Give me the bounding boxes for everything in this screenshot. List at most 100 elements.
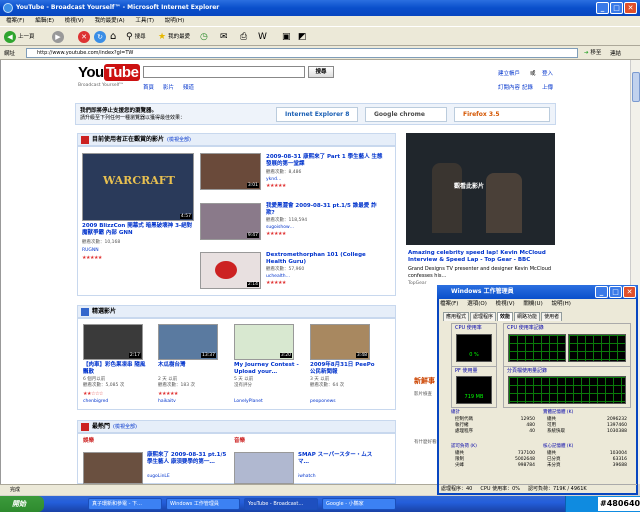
youtube-logo[interactable]: You Tube (78, 64, 141, 81)
featured-thumbnail[interactable]: 13:37 (158, 324, 218, 360)
popular-user[interactable]: sugoLinLE (147, 474, 170, 480)
tm-menu-shutdown[interactable]: 關機(U) (523, 301, 542, 307)
history-button[interactable]: ◷ (200, 30, 208, 44)
taskbar-item[interactable]: 真子環新和參電 - 下… (88, 498, 162, 510)
popular-title[interactable]: SMAP スーパースター・ムスマ… (298, 452, 382, 466)
featured-title[interactable]: 2009年8月31日 PeePo 公民新聞報 (310, 362, 376, 376)
tab-applications[interactable]: 應用程式 (443, 312, 470, 321)
featured-user[interactable]: peoponews (310, 399, 336, 405)
nav-home[interactable]: 首頁 (143, 83, 154, 91)
popular-category[interactable]: 音樂 (234, 438, 245, 445)
taskbar-item[interactable]: Google - 小鸚家 (322, 498, 396, 510)
history-link[interactable]: 記錄 (522, 83, 533, 91)
ie-status-bar: 完成 (0, 484, 437, 495)
minimize-button[interactable]: _ (596, 2, 609, 14)
firefox-download-link[interactable]: Firefox 3.5 (454, 107, 550, 122)
tab-networking[interactable]: 網路功能 (514, 312, 541, 321)
links-label[interactable]: 連結 (610, 49, 621, 57)
menu-view[interactable]: 檢視(V) (65, 18, 84, 24)
go-button[interactable]: ➔ 移至 (584, 48, 601, 58)
search-input[interactable] (143, 66, 305, 78)
featured-title[interactable]: 【肉車】彩色果凍串 隨風飄散 (83, 362, 149, 376)
menu-favorites[interactable]: 我的最愛(A) (95, 18, 125, 24)
popular-category[interactable]: 娛樂 (83, 438, 94, 445)
menu-help[interactable]: 說明(H) (165, 18, 184, 24)
view-all-link[interactable]: (檢視全部) (113, 424, 137, 430)
chrome-download-link[interactable]: Google chrome (365, 107, 447, 122)
close-button[interactable]: ✕ (624, 2, 637, 14)
taskbar-item[interactable]: YouTube - Broadcast… (244, 498, 318, 510)
maximize-button[interactable]: □ (610, 2, 623, 14)
address-input[interactable]: http://www.youtube.com/index?gl=TW (26, 48, 578, 58)
search-submit-button[interactable]: 搜尋 (308, 66, 334, 78)
create-account-link[interactable]: 建立帳戶 (498, 69, 520, 77)
video-thumbnail[interactable]: 2:14 (200, 252, 261, 289)
popular-thumbnail[interactable] (83, 452, 143, 484)
nav-videos[interactable]: 影片 (163, 83, 174, 91)
tm-close-button[interactable]: ✕ (623, 286, 636, 298)
edit-button[interactable]: W (258, 30, 267, 44)
tm-menu-help[interactable]: 說明(H) (551, 301, 570, 307)
featured-user[interactable]: chenbigred (83, 399, 108, 405)
tab-performance[interactable]: 效能 (497, 312, 514, 321)
stop-button[interactable]: ✕ (78, 30, 90, 44)
popular-thumbnail[interactable] (234, 452, 294, 484)
featured-user[interactable]: LonelyPlanet (234, 399, 263, 405)
menu-file[interactable]: 檔案(F) (6, 18, 24, 24)
print-button[interactable]: ⎙ (240, 30, 247, 44)
search-button[interactable]: ⚲ 搜尋 (126, 30, 146, 44)
menu-edit[interactable]: 編輯(E) (35, 18, 54, 24)
video-title[interactable]: Dextromethorphan 101 (College Health Gur… (266, 252, 384, 266)
back-button[interactable]: ◀ 上一頁 (4, 30, 35, 44)
discuss-button[interactable]: ▣ (282, 30, 291, 44)
video-title[interactable]: 2009-08-31 康熙來了 Part 1 學生藝人 生態發展的第一堂課 (266, 154, 384, 168)
video-thumbnail[interactable]: 3:01 (200, 153, 261, 190)
video-views: 觀看次數：118,594 (266, 218, 308, 223)
cpu-usage-meter: 0 % (456, 334, 492, 362)
messenger-button[interactable]: ◩ (298, 30, 307, 44)
whats-new-heading: 新鮮事 (414, 377, 435, 385)
clock[interactable]: #480640 (598, 497, 640, 511)
main-video-title[interactable]: 2009 BlizzCon 開幕式 暗黑破壞神 3-絕對 魔獸爭霸 內部 GNN (82, 223, 198, 237)
refresh-button[interactable]: ↻ (94, 30, 106, 44)
spotlight-video-user[interactable]: TopGear (408, 281, 426, 286)
start-button[interactable]: 開始 (0, 496, 44, 512)
featured-thumbnail[interactable]: 3:20 (234, 324, 294, 360)
featured-thumbnail[interactable]: 3:48 (310, 324, 370, 360)
kernel-memory-rows: 總共 103004 已分頁 63316 未分頁 39688 (547, 451, 627, 468)
tab-users[interactable]: 使用者 (541, 312, 563, 321)
video-title[interactable]: 我愛黑澀會 2009-08-31 pt.1/5 誰最愛 詐欺? (266, 203, 384, 217)
popular-user[interactable]: iwhatch (298, 474, 316, 480)
taskbar-item[interactable]: Windows 工作管理員 (166, 498, 240, 510)
spotlight-video-title[interactable]: Amazing celebrity speed lap! Kevin McClo… (408, 250, 556, 264)
spotlight-video-player[interactable]: 觀看此影片 (406, 133, 555, 245)
nav-channels[interactable]: 頻道 (183, 83, 194, 91)
tm-maximize-button[interactable]: □ (609, 286, 622, 298)
mail-button[interactable]: ✉ (220, 30, 228, 44)
menu-tools[interactable]: 工具(T) (135, 18, 154, 24)
scroll-thumb[interactable] (632, 72, 640, 102)
upload-link[interactable]: 上傳 (542, 83, 553, 91)
tm-menu-view[interactable]: 檢視(V) (496, 301, 515, 307)
main-video-thumbnail[interactable]: WARCRAFT 4:57 (82, 153, 194, 221)
favorites-button[interactable]: ★ 我的最愛 (158, 30, 190, 44)
video-thumbnail[interactable]: 9:47 (200, 203, 261, 240)
tm-menu-options[interactable]: 選項(O) (467, 301, 487, 307)
spotlight-video-desc: Grand Designs TV presenter and designer … (408, 266, 552, 279)
forward-button[interactable]: ▶ (52, 30, 64, 44)
tab-processes[interactable]: 處理程序 (470, 312, 497, 321)
featured-title[interactable]: My Journey Contest - Upload your… (234, 362, 300, 376)
featured-user[interactable]: haikaitv (158, 399, 176, 405)
featured-thumbnail[interactable]: 2:17 (83, 324, 143, 360)
subscriptions-link[interactable]: 訂閱內容 (498, 83, 520, 91)
featured-title[interactable]: 木瓜樹台灣 (158, 362, 224, 369)
view-all-link[interactable]: (檢視全部) (167, 137, 191, 143)
ie8-download-link[interactable]: Internet Explorer 8 (276, 107, 358, 122)
refresh-icon: ↻ (94, 31, 106, 43)
login-link[interactable]: 登入 (542, 69, 553, 77)
tm-minimize-button[interactable]: _ (595, 286, 608, 298)
home-button[interactable]: ⌂ (110, 30, 116, 44)
popular-title[interactable]: 康熙來了 2009-08-31 pt.1/5 學生藝人 康須要學的第一… (147, 452, 231, 466)
main-video-user[interactable]: RUGNN (82, 248, 99, 254)
tm-menu-file[interactable]: 檔案(F) (440, 301, 458, 307)
